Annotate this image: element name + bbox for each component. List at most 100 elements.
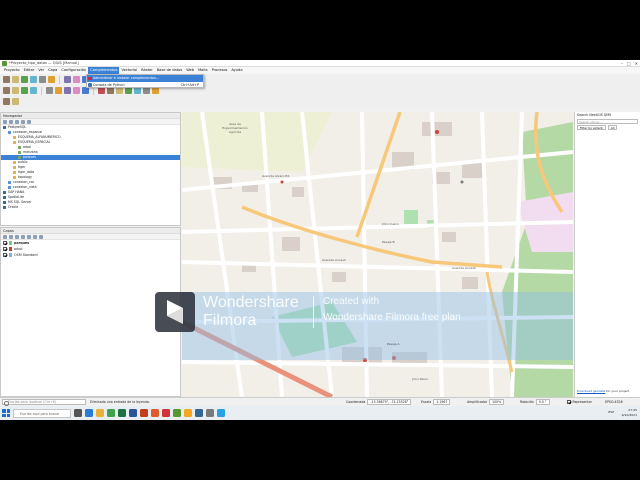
windows-taskbar: Escribe aquí para buscar ESP 07:45 6/10/… <box>0 406 640 420</box>
file-explorer-icon[interactable] <box>96 409 104 417</box>
layer-visibility-checkbox[interactable] <box>3 247 7 251</box>
toolbar-button-icon[interactable] <box>64 87 71 94</box>
toolbar-button-icon[interactable] <box>30 76 37 83</box>
pgadmin-icon[interactable] <box>195 409 203 417</box>
osm-basemap <box>182 112 573 397</box>
collapse-all-icon[interactable] <box>33 234 37 239</box>
expand-icon[interactable] <box>27 234 31 239</box>
render-checkbox[interactable] <box>567 400 571 404</box>
toolbar-button-icon[interactable] <box>125 87 132 94</box>
scale-value[interactable]: 1:1967 <box>433 399 451 405</box>
toolbar-button-icon[interactable] <box>12 87 19 94</box>
menu-item[interactable]: Configuración <box>59 67 88 74</box>
toolbar-button-icon[interactable] <box>73 76 80 83</box>
toolbar-button-icon[interactable] <box>134 87 141 94</box>
filter-all-select[interactable]: All <box>607 125 618 130</box>
visibility-icon[interactable] <box>15 234 19 239</box>
toolbar-button-icon[interactable] <box>73 87 80 94</box>
filter-legend-icon[interactable] <box>21 234 25 239</box>
remove-layer-icon[interactable] <box>39 234 43 239</box>
crs-button[interactable]: EPSG:4326 <box>605 400 623 404</box>
menu-bar: Proyecto Editar Ver Capa Configuración Comple… <box>0 67 640 74</box>
toolbar-button-icon[interactable] <box>30 87 37 94</box>
menu-item[interactable]: Ver <box>36 67 46 74</box>
minimize-button[interactable]: – <box>621 61 623 66</box>
properties-icon[interactable] <box>21 119 25 124</box>
toolbar-button-icon[interactable] <box>116 87 123 94</box>
close-button[interactable]: ✕ <box>635 61 638 66</box>
style-icon[interactable] <box>3 234 7 239</box>
toolbar-button-icon[interactable] <box>98 87 105 94</box>
toolbar-button-icon[interactable] <box>12 97 19 105</box>
download-geodata-link[interactable]: Download geodata <box>577 389 605 393</box>
menu-item[interactable]: Editar <box>22 67 37 74</box>
edge-icon[interactable] <box>85 409 93 417</box>
map-label-avenida-1: Avenida Alvaro Ed. <box>262 174 291 178</box>
magnifier-field: Amplificador 100% <box>467 399 505 405</box>
tree-node-icon <box>3 205 6 209</box>
refresh-icon[interactable] <box>3 119 7 124</box>
help-icon[interactable] <box>27 119 31 124</box>
tree-node-icon <box>13 170 16 174</box>
filter-icon[interactable] <box>9 119 13 124</box>
add-group-icon[interactable] <box>9 234 13 239</box>
brave-icon[interactable] <box>151 409 159 417</box>
chrome-icon[interactable] <box>107 409 115 417</box>
taskbar-search-input[interactable]: Escribe aquí para buscar <box>13 408 71 418</box>
acrobat-icon[interactable] <box>162 409 170 417</box>
toolbar-button-icon[interactable] <box>55 87 62 94</box>
menu-item[interactable]: Web <box>184 67 196 74</box>
toolbar-button-icon[interactable] <box>143 87 150 94</box>
menu-item[interactable]: Base de datos <box>155 67 185 74</box>
menu-item[interactable]: Malla <box>196 67 210 74</box>
toolbar-button-icon[interactable] <box>64 76 71 83</box>
menu-item[interactable]: Ayuda <box>229 67 244 74</box>
toolbar-button-icon[interactable] <box>82 87 89 94</box>
toolbar-button-icon[interactable] <box>39 76 46 83</box>
plugin-icon <box>88 76 92 80</box>
toolbar-button-icon[interactable] <box>48 76 55 83</box>
powerpoint-icon[interactable] <box>140 409 148 417</box>
layer-item[interactable]: OSM Standard <box>1 252 180 258</box>
coordinate-value[interactable]: -13.36679°, -74.23528° <box>367 399 412 405</box>
map-label-jiron-1: Jirón Cusco <box>382 222 399 226</box>
filter-by-extent-button[interactable]: Filter by extent <box>577 125 606 130</box>
browser-tree-label: public <box>18 160 28 164</box>
app-icon-2[interactable] <box>206 409 214 417</box>
menu-item[interactable]: Complementos <box>88 67 120 74</box>
word-icon[interactable] <box>129 409 137 417</box>
toolbar-button-icon[interactable] <box>46 87 53 94</box>
collapse-icon[interactable] <box>15 119 19 124</box>
browser-tree-item[interactable]: Oracle <box>1 205 180 210</box>
map-canvas[interactable]: Área de Experimentación Agrícola Avenida… <box>182 112 573 397</box>
toolbar-button-icon[interactable] <box>21 87 28 94</box>
menu-item[interactable]: Ráster <box>139 67 155 74</box>
task-view-icon[interactable] <box>74 409 82 417</box>
app-icon-3[interactable] <box>217 409 225 417</box>
maximize-button[interactable]: □ <box>627 61 631 66</box>
windows-start-icon[interactable] <box>2 409 10 417</box>
menu-item[interactable]: Proyecto <box>2 67 22 74</box>
toolbar-button-icon[interactable] <box>21 76 28 83</box>
rotation-value[interactable]: 0.0 ° <box>535 399 550 405</box>
menu-item[interactable]: Vectorial <box>119 67 139 74</box>
app-icon-1[interactable] <box>184 409 192 417</box>
menu-item[interactable]: Capa <box>46 67 59 74</box>
qms-search-input[interactable]: Search string... <box>577 119 638 124</box>
toolbar-button-icon[interactable] <box>3 97 10 105</box>
language-indicator[interactable]: ESP <box>608 410 614 414</box>
system-clock[interactable]: 07:45 6/10/2021 <box>622 408 637 417</box>
menu-item[interactable]: Procesos <box>210 67 230 74</box>
toolbar-button-icon[interactable] <box>12 76 19 83</box>
locator-search-input[interactable]: Escriba para localizar (Ctrl+K) <box>2 399 86 406</box>
toolbar-button-icon[interactable] <box>107 87 114 94</box>
toolbar-button-icon[interactable] <box>3 87 10 94</box>
excel-icon[interactable] <box>118 409 126 417</box>
layer-visibility-checkbox[interactable] <box>3 253 7 257</box>
toolbar-button-icon[interactable] <box>152 87 159 94</box>
qgis-taskbar-icon[interactable] <box>173 409 181 417</box>
magnifier-value[interactable]: 100% <box>489 399 505 405</box>
python-console-item[interactable]: Consola de Python Ctrl+Alt+P <box>87 82 203 89</box>
layer-visibility-checkbox[interactable] <box>3 241 7 245</box>
toolbar-button-icon[interactable] <box>3 76 10 83</box>
